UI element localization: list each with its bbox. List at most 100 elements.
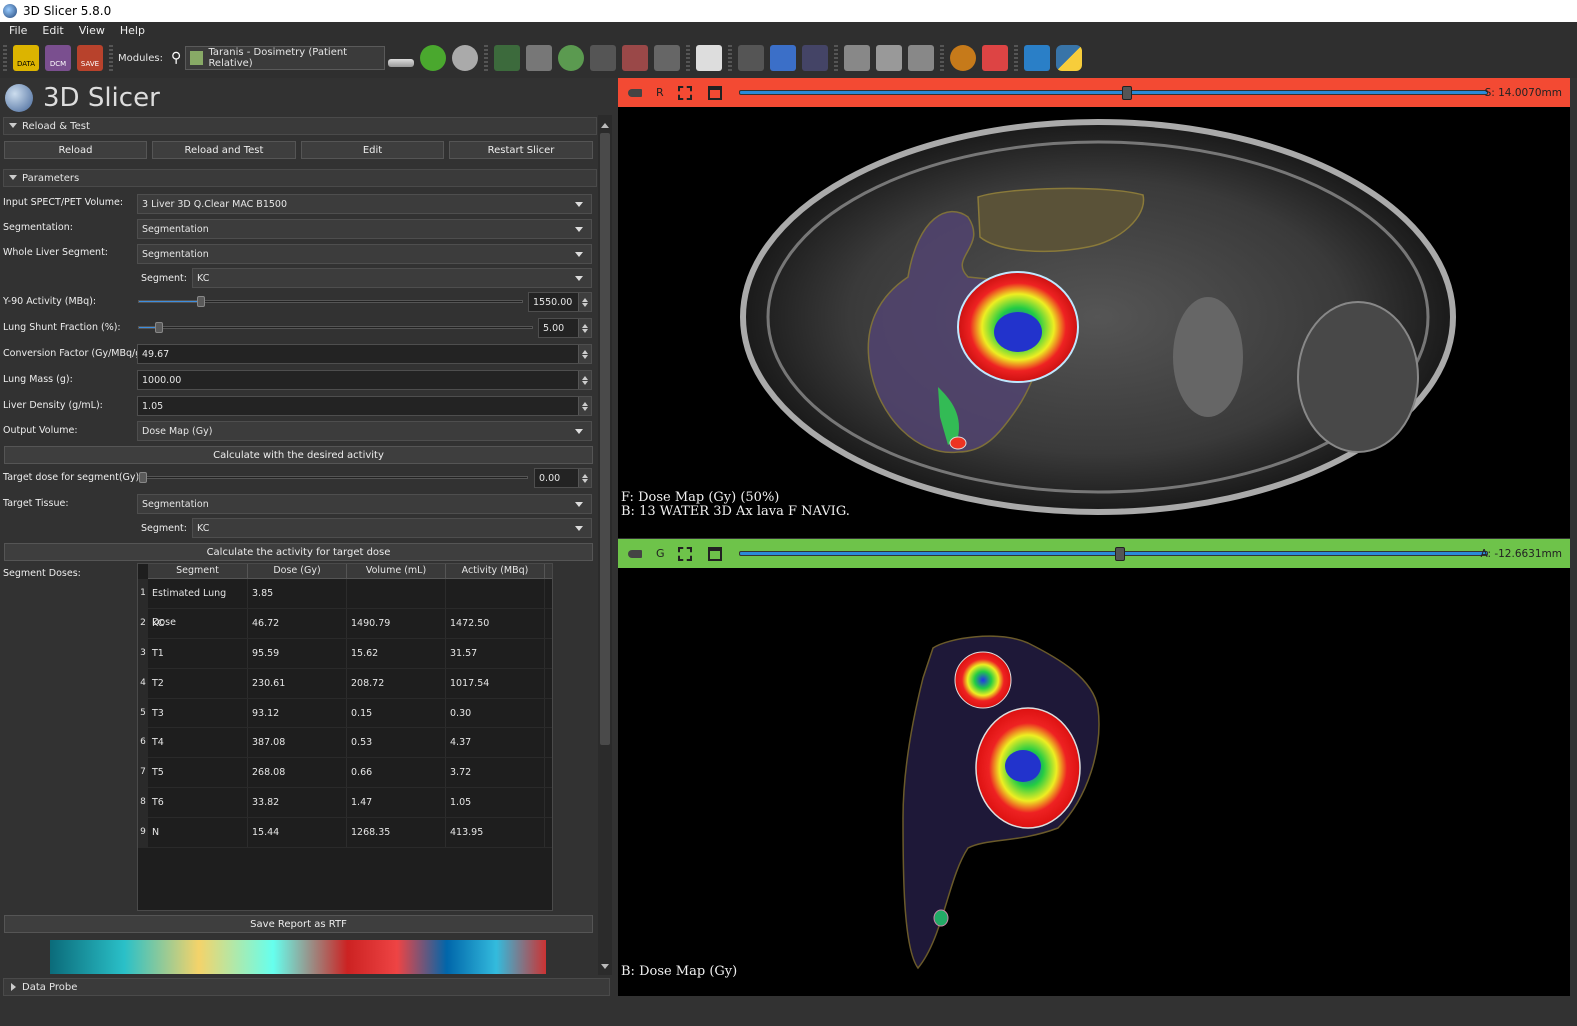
green-slice-view[interactable]: B: Dose Map (Gy) [618,568,1570,996]
maximize-view-icon[interactable] [708,85,722,100]
menu-view[interactable]: View [70,24,111,37]
screenshot-icon[interactable] [844,45,871,71]
back-arrow-icon[interactable] [420,45,447,71]
toolbar-grip[interactable] [834,45,839,71]
cell-dose[interactable]: 268.08 [248,758,347,788]
cell-dose[interactable]: 46.72 [248,608,347,638]
pin-icon[interactable] [628,88,642,97]
cell-seg[interactable]: T1 [148,638,248,668]
cell-seg[interactable]: T3 [148,698,248,728]
scroll-up-icon[interactable] [601,119,609,128]
calculate-target-activity-button[interactable]: Calculate the activity for target dose [4,543,593,561]
save-button[interactable]: SAVE [77,45,103,71]
liver-density-spinbox[interactable]: 1.05 [137,396,592,416]
data-button[interactable]: DATA [13,45,39,71]
cell-act[interactable]: 1.05 [446,788,545,818]
calculate-desired-activity-button[interactable]: Calculate with the desired activity [4,446,593,464]
spin-arrows-icon[interactable] [578,345,591,363]
spin-arrows-icon[interactable] [578,293,591,311]
reload-button[interactable]: Reload [4,141,147,159]
cell-dose[interactable]: 230.61 [248,668,347,698]
cell-seg[interactable]: KC [148,608,248,638]
tissue-segment-combo[interactable]: KC [192,518,592,538]
cell-vol[interactable]: 1.47 [347,788,446,818]
panel-scrollbar[interactable] [598,115,612,975]
header-segment[interactable]: Segment [148,564,248,578]
restart-slicer-button[interactable]: Restart Slicer [449,141,593,159]
target-dose-slider[interactable] [138,472,528,483]
link-icon[interactable] [678,546,692,561]
cell-vol[interactable]: 208.72 [347,668,446,698]
toolbar-grip[interactable] [728,45,733,71]
header-dose[interactable]: Dose (Gy) [248,564,347,578]
toolbar-grip[interactable] [940,45,945,71]
cell-dose[interactable]: 95.59 [248,638,347,668]
extensions-icon[interactable] [1024,45,1051,71]
cell-vol[interactable]: 15.62 [347,638,446,668]
spin-arrows-icon[interactable] [578,397,591,415]
place-fiducial-icon[interactable] [982,45,1009,71]
cell-act[interactable]: 31.57 [446,638,545,668]
cell-vol[interactable]: 0.66 [347,758,446,788]
red-slice-slider[interactable] [739,86,1488,100]
link-icon[interactable] [678,85,692,100]
cell-seg[interactable]: T2 [148,668,248,698]
cell-dose[interactable]: 3.85 [248,579,347,608]
transforms-icon[interactable] [590,45,617,71]
parameters-section[interactable]: Parameters [3,169,597,187]
output-volume-combo[interactable]: Dose Map (Gy) [137,421,592,441]
cell-vol[interactable]: 0.15 [347,698,446,728]
green-slice-slider[interactable] [739,547,1488,561]
whole-liver-combo[interactable]: Segmentation [137,244,592,264]
maximize-view-icon[interactable] [708,546,722,561]
cell-act[interactable]: 413.95 [446,818,545,848]
menu-edit[interactable]: Edit [33,24,69,37]
crosshair-lock-icon[interactable] [802,45,829,71]
cell-vol[interactable]: 1490.79 [347,608,446,638]
header-volume[interactable]: Volume (mL) [347,564,446,578]
volumes-cube-icon[interactable] [526,45,553,71]
cell-act[interactable]: 1472.50 [446,608,545,638]
cell-seg[interactable]: T4 [148,728,248,758]
table-row[interactable]: 9 N 15.44 1268.35 413.95 [138,818,552,849]
cell-act[interactable]: 1017.54 [446,668,545,698]
scene-view-icon[interactable] [876,45,903,71]
lung-shunt-slider-handle[interactable] [155,322,163,333]
table-row[interactable]: 4 T2 230.61 208.72 1017.54 [138,668,552,699]
conversion-factor-spinbox[interactable]: 49.67 [137,344,592,364]
toolbar-grip[interactable] [484,45,489,71]
edit-button[interactable]: Edit [301,141,444,159]
menu-help[interactable]: Help [111,24,151,37]
toolbar-grip[interactable] [109,45,113,71]
cell-vol[interactable] [347,579,446,608]
segment-combo[interactable]: KC [192,268,592,288]
spin-arrows-icon[interactable] [578,319,591,337]
table-row[interactable]: 7 T5 268.08 0.66 3.72 [138,758,552,789]
cell-dose[interactable]: 387.08 [248,728,347,758]
cell-seg[interactable]: N [148,818,248,848]
cell-act[interactable]: 4.37 [446,728,545,758]
layout-button[interactable] [388,59,415,67]
cell-dose[interactable]: 93.12 [248,698,347,728]
cell-act[interactable]: 0.30 [446,698,545,728]
header-activity[interactable]: Activity (MBq) [446,564,545,578]
module-selector[interactable]: Taranis - Dosimetry (Patient Relative) [185,46,386,70]
table-row[interactable]: 1 Estimated Lung Dose 3.85 [138,579,552,628]
cell-dose[interactable]: 33.82 [248,788,347,818]
data-probe-section[interactable]: Data Probe [3,978,610,996]
python-icon[interactable] [1056,45,1083,71]
menu-file[interactable]: File [0,24,33,37]
target-tissue-combo[interactable]: Segmentation [137,494,592,514]
cell-act[interactable]: 3.72 [446,758,545,788]
reload-test-section[interactable]: Reload & Test [3,117,597,135]
red-slice-view[interactable]: F: Dose Map (Gy) (50%) B: 13 WATER 3D Ax… [618,107,1570,538]
lung-mass-spinbox[interactable]: 1000.00 [137,370,592,390]
scrollbar-thumb[interactable] [600,133,610,745]
brush-icon[interactable] [654,45,681,71]
dcm-button[interactable]: DCM [45,45,71,71]
cell-act[interactable] [446,579,545,608]
markups-icon[interactable] [494,45,521,71]
table-row[interactable]: 6 T4 387.08 0.53 4.37 [138,728,552,759]
save-report-button[interactable]: Save Report as RTF [4,915,593,933]
segment-editor-icon[interactable] [622,45,649,71]
